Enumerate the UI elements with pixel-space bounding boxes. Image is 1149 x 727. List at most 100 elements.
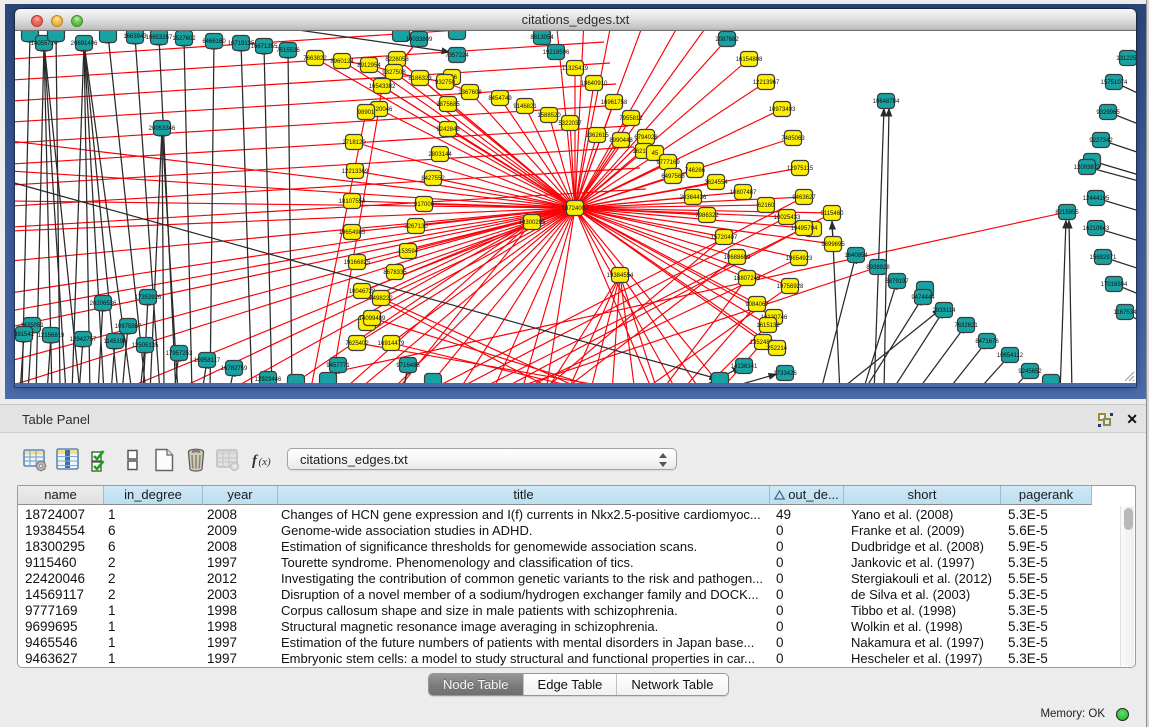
- graph-node-label: 8960124: [330, 59, 354, 65]
- column-header-name[interactable]: name: [18, 486, 104, 505]
- table-cell: 1997: [203, 651, 278, 667]
- graph-node-label: 20364436: [680, 195, 707, 201]
- function-builder-button[interactable]: f (x): [250, 447, 276, 473]
- delete-column-button[interactable]: [183, 447, 209, 473]
- close-panel-icon[interactable]: ✕: [1126, 411, 1138, 428]
- graph-node-label: 746266: [685, 168, 706, 174]
- table-row[interactable]: 946554611997Estimation of the future num…: [18, 635, 1136, 651]
- table-cell: Estimation of significance thresholds fo…: [278, 539, 770, 555]
- graph-edge[interactable]: [575, 208, 799, 258]
- graph-node[interactable]: [320, 373, 337, 384]
- scrollbar-thumb[interactable]: [1124, 508, 1133, 530]
- graph-node-label: 11325419: [562, 66, 589, 72]
- graph-node-label: 10958117: [194, 358, 221, 364]
- graph-node[interactable]: [48, 31, 65, 42]
- table-cell: 1: [104, 619, 203, 635]
- graph-edge[interactable]: [162, 128, 178, 383]
- graph-edge[interactable]: [264, 46, 272, 383]
- table-row[interactable]: 1872400712008Changes of HCN gene express…: [18, 507, 1136, 523]
- column-header-in_degree[interactable]: in_degree: [104, 486, 203, 505]
- memory-status-indicator[interactable]: [1116, 708, 1129, 721]
- table-row[interactable]: 946362711997Embryonic stem cells: a mode…: [18, 651, 1136, 667]
- graph-edge[interactable]: [1060, 220, 1066, 383]
- tab-node-table[interactable]: Node Table: [429, 674, 524, 695]
- select-all-button[interactable]: [89, 447, 115, 473]
- table-cell: Structural magnetic resonance image aver…: [278, 619, 770, 635]
- graph-edge[interactable]: [575, 31, 712, 208]
- table-mode-button[interactable]: [22, 447, 48, 473]
- graph-edge[interactable]: [915, 325, 966, 383]
- graph-node-label: 6466160: [202, 39, 226, 45]
- table-cell: 1998: [203, 603, 278, 619]
- show-column-button[interactable]: [55, 447, 81, 473]
- window-titlebar[interactable]: citations_edges.txt: [15, 9, 1136, 31]
- graph-node-label: 8938928: [866, 265, 890, 271]
- graph-edge[interactable]: [835, 309, 941, 383]
- graph-node-label: 8454749: [488, 96, 512, 102]
- table-cell: Disruption of a novel member of a sodium…: [278, 587, 770, 603]
- graph-node-label: 19166825: [344, 260, 371, 266]
- tab-edge-table[interactable]: Edge Table: [524, 674, 618, 695]
- graph-edge[interactable]: [735, 374, 777, 383]
- citation-network-graph[interactable]: 1405571420691406166394310653267152760264…: [15, 31, 1136, 383]
- column-header-short[interactable]: short: [844, 486, 1001, 505]
- table-row[interactable]: 2242004622012Investigating the contribut…: [18, 571, 1136, 587]
- table-row[interactable]: 911546021997Tourette syndrome. Phenomeno…: [18, 555, 1136, 571]
- unselect-all-button[interactable]: [120, 447, 146, 473]
- graph-node-label: 153594: [398, 249, 419, 255]
- table-row[interactable]: 977716911998Corpus callosum shape and si…: [18, 603, 1136, 619]
- table-selector-dropdown[interactable]: citations_edges.txt: [287, 448, 677, 470]
- graph-node[interactable]: [449, 31, 466, 40]
- graph-edge[interactable]: [884, 108, 889, 383]
- graph-edge[interactable]: [15, 126, 628, 164]
- graph-node[interactable]: [288, 375, 305, 384]
- column-header-title[interactable]: title: [278, 486, 770, 505]
- table-cell: 0: [770, 619, 844, 635]
- graph-node-label: 9329965: [1096, 110, 1120, 116]
- graph-edge[interactable]: [15, 63, 610, 101]
- network-canvas[interactable]: 1405571420691406166394310653267152760264…: [15, 31, 1136, 383]
- float-panel-icon[interactable]: [1097, 411, 1114, 428]
- table-row[interactable]: 969969511998Structural magnetic resonanc…: [18, 619, 1136, 635]
- table-cell: Jankovic et al. (1997): [844, 555, 1001, 571]
- table-cell: Stergiakouli et al. (2012): [844, 571, 1001, 587]
- graph-edge[interactable]: [391, 343, 600, 383]
- graph-edge[interactable]: [874, 108, 884, 383]
- graph-node-label: 10654112: [997, 353, 1024, 359]
- graph-edge[interactable]: [520, 208, 575, 383]
- graph-edge[interactable]: [575, 208, 730, 383]
- graph-node[interactable]: [1043, 375, 1060, 384]
- column-header-out_de[interactable]: out_de...: [770, 486, 844, 505]
- column-header-pagerank[interactable]: pagerank: [1001, 486, 1092, 505]
- resize-grip-icon[interactable]: [1123, 370, 1135, 382]
- table-row[interactable]: 1456911722003Disruption of a novel membe…: [18, 587, 1136, 603]
- delete-table-button[interactable]: [215, 447, 241, 473]
- graph-edge[interactable]: [135, 36, 160, 383]
- table-row[interactable]: 1830029562008Estimation of significance …: [18, 539, 1136, 555]
- graph-node-label: 1615132: [756, 323, 780, 329]
- column-header-year[interactable]: year: [203, 486, 278, 505]
- tab-network-table[interactable]: Network Table: [617, 674, 727, 695]
- graph-edge[interactable]: [1069, 220, 1072, 383]
- graph-edge[interactable]: [890, 310, 944, 383]
- graph-node-label: 8226058: [385, 57, 409, 63]
- new-column-button[interactable]: [151, 447, 177, 473]
- table-row[interactable]: 1938455462009Genome-wide association stu…: [18, 523, 1136, 539]
- graph-node[interactable]: [425, 374, 442, 384]
- graph-edge[interactable]: [288, 50, 292, 383]
- table-toolbar: f (x) citations_edges.txt: [17, 445, 1136, 477]
- table-panel-title: Table Panel: [22, 412, 90, 427]
- table-cell: 5.9E-5: [1001, 539, 1092, 555]
- table-panel-titlebar: Table Panel ✕: [0, 404, 1146, 433]
- graph-edge[interactable]: [15, 208, 575, 231]
- graph-node-label: 8498222: [369, 296, 393, 302]
- graph-edge[interactable]: [862, 297, 923, 383]
- graph-node[interactable]: [100, 31, 117, 43]
- graph-node-label: 932750: [435, 80, 456, 86]
- graph-node-label: 19495794: [791, 226, 818, 232]
- graph-edge[interactable]: [210, 41, 214, 383]
- graph-node-label: 5322037: [558, 121, 582, 127]
- graph-node[interactable]: [712, 373, 729, 384]
- table-vertical-scrollbar[interactable]: [1120, 506, 1134, 666]
- table-cell: Genome-wide association studies in ADHD.: [278, 523, 770, 539]
